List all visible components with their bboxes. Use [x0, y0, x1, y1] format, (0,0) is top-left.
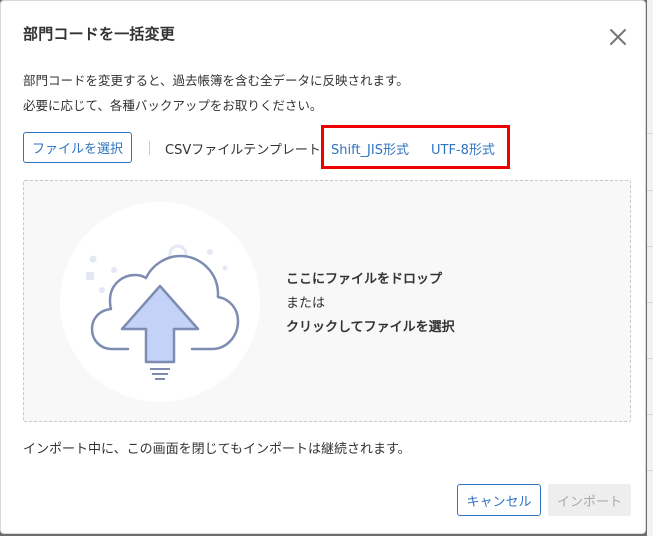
bulk-change-dialog: 部門コードを一括変更 部門コードを変更すると、過去帳簿を含む全データに反映されま…: [0, 0, 646, 534]
dialog-title: 部門コードを一括変更: [23, 25, 176, 43]
description-line-2: 必要に応じて、各種バックアップをお取りください。: [23, 98, 323, 113]
background-row-divider: [647, 414, 653, 415]
cloud-upload-icon: [60, 202, 260, 402]
description-line-1: 部門コードを変更すると、過去帳簿を含む全データに反映されます。: [23, 73, 409, 88]
utf8-template-link[interactable]: UTF-8形式: [431, 139, 495, 158]
select-file-button[interactable]: ファイルを選択: [23, 132, 132, 163]
toolbar-divider: [149, 141, 150, 155]
background-row-divider: [647, 302, 653, 303]
background-row-divider: [647, 190, 653, 191]
import-notice: インポート中に、この画面を閉じてもインポートは継続されます。: [23, 442, 411, 457]
shift-jis-template-link[interactable]: Shift_JIS形式: [331, 139, 409, 158]
click-to-select-text: クリックしてファイルを選択: [286, 320, 455, 335]
background-row-divider: [647, 246, 653, 247]
drop-or-text: または: [286, 296, 326, 311]
background-row-divider: [647, 358, 653, 359]
file-drop-zone[interactable]: ここにファイルをドロップ または クリックしてファイルを選択: [23, 180, 631, 422]
background-row-divider: [647, 470, 653, 471]
csv-template-label: CSVファイルテンプレート: [165, 143, 321, 158]
drop-instruction: ここにファイルをドロップ: [286, 272, 443, 287]
import-button: インポート: [548, 484, 631, 516]
close-button[interactable]: [607, 26, 629, 48]
background-row-divider: [647, 133, 653, 134]
close-icon: [610, 29, 626, 45]
cancel-button[interactable]: キャンセル: [457, 484, 541, 516]
background-page-strip: [647, 0, 653, 536]
